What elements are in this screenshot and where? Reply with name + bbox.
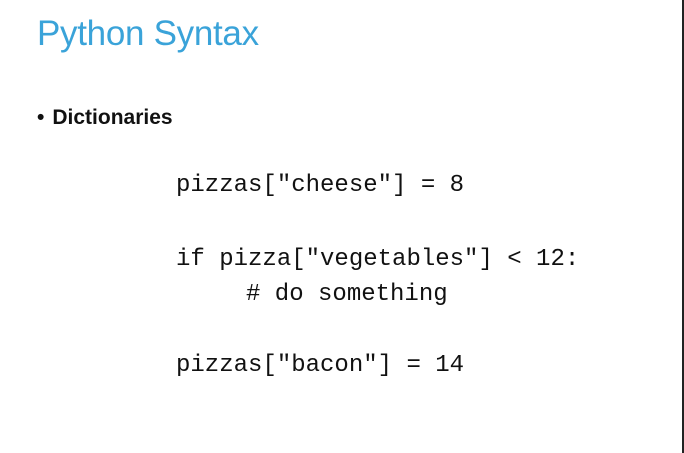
code-block: pizzas["cheese"] = 8 if pizza["vegetable… [176, 172, 579, 379]
code-line-if-condition: if pizza["vegetables"] < 12: [176, 246, 580, 273]
code-line-comment: # do something [246, 281, 448, 308]
slide-title: Python Syntax [37, 14, 259, 53]
bullet-item: • Dictionaries [37, 106, 173, 130]
slide: Python Syntax • Dictionaries pizzas["chee… [0, 0, 684, 453]
bullet-marker: • [37, 106, 45, 129]
code-line-assign-cheese: pizzas["cheese"] = 8 [176, 172, 465, 199]
code-line-assign-bacon: pizzas["bacon"] = 14 [176, 352, 465, 379]
bullet-text: Dictionaries [52, 106, 173, 129]
